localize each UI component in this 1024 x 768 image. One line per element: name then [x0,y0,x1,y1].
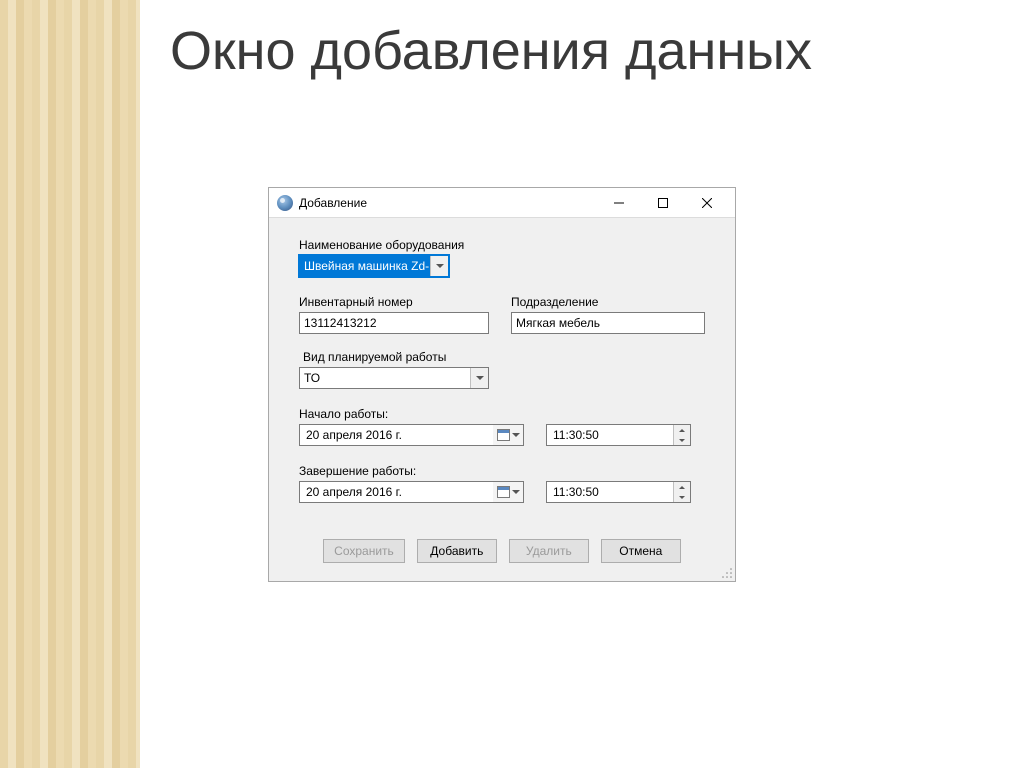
department-value: Мягкая мебель [516,316,600,330]
start-time-picker[interactable]: 11:30:50 [546,424,691,446]
calendar-icon [497,429,510,441]
arrow-up-icon [679,486,685,489]
dialog-buttons: Сохранить Добавить Удалить Отмена [299,521,705,571]
work-type-label: Вид планируемой работы [303,350,705,364]
spin-down-button[interactable] [674,492,690,502]
equipment-combo[interactable]: Швейная машинка Zd-1231 [299,255,449,277]
inventory-input[interactable]: 13112413212 [299,312,489,334]
app-icon [277,195,293,211]
work-type-value: ТО [300,368,470,388]
chevron-down-icon [476,376,484,380]
end-date-value: 20 апреля 2016 г. [300,485,493,499]
arrow-down-icon [679,439,685,442]
equipment-value: Швейная машинка Zd-1231 [300,256,430,276]
department-input[interactable]: Мягкая мебель [511,312,705,334]
start-date-picker[interactable]: 20 апреля 2016 г. [299,424,524,446]
minimize-button[interactable] [597,189,641,217]
inventory-value: 13112413212 [304,316,377,330]
end-time-spinner[interactable] [673,482,690,502]
slide-sidebar-pattern [0,0,140,768]
end-date-picker[interactable]: 20 апреля 2016 г. [299,481,524,503]
equipment-label: Наименование оборудования [299,238,705,252]
add-button[interactable]: Добавить [417,539,497,563]
equipment-dropdown-button[interactable] [430,256,448,276]
start-date-button[interactable] [493,425,523,445]
dialog-content: Наименование оборудования Швейная машинк… [269,218,735,581]
work-type-dropdown-button[interactable] [470,368,488,388]
start-time-spinner[interactable] [673,425,690,445]
save-button[interactable]: Сохранить [323,539,405,563]
window-title: Добавление [299,196,597,210]
spin-up-button[interactable] [674,482,690,492]
end-label: Завершение работы: [299,464,705,478]
dialog-window: Добавление Наименование оборудования Шве… [268,187,736,582]
spin-down-button[interactable] [674,435,690,445]
cancel-button[interactable]: Отмена [601,539,681,563]
start-time-value: 11:30:50 [547,428,673,442]
chevron-down-icon [436,264,444,268]
resize-grip[interactable] [721,567,733,579]
slide-title: Окно добавления данных [170,20,812,82]
calendar-icon [497,486,510,498]
delete-button[interactable]: Удалить [509,539,589,563]
close-button[interactable] [685,189,729,217]
chevron-down-icon [512,490,520,494]
titlebar[interactable]: Добавление [269,188,735,218]
chevron-down-icon [512,433,520,437]
start-label: Начало работы: [299,407,705,421]
spin-up-button[interactable] [674,425,690,435]
maximize-button[interactable] [641,189,685,217]
end-time-value: 11:30:50 [547,485,673,499]
work-type-combo[interactable]: ТО [299,367,489,389]
end-date-button[interactable] [493,482,523,502]
department-label: Подразделение [511,295,705,309]
arrow-up-icon [679,429,685,432]
arrow-down-icon [679,496,685,499]
end-time-picker[interactable]: 11:30:50 [546,481,691,503]
start-date-value: 20 апреля 2016 г. [300,428,493,442]
inventory-label: Инвентарный номер [299,295,489,309]
